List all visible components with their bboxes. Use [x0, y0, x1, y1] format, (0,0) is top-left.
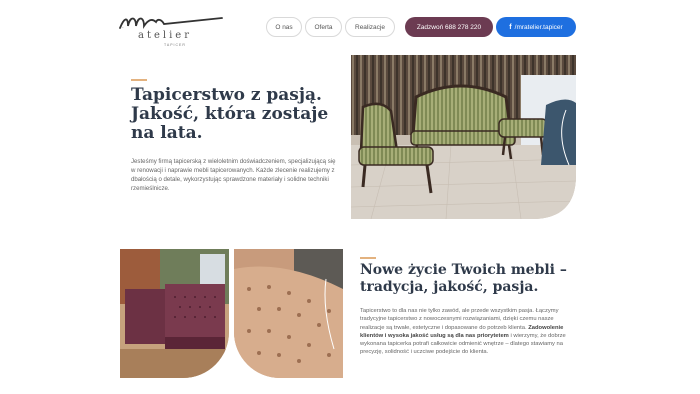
section-title: Nowe życie Twoich mebli – tradycja, jako…	[360, 262, 567, 295]
photo-booth-seating	[120, 249, 229, 378]
brand-logo[interactable]: mr atelier TAPICER	[118, 10, 228, 47]
logo-subtitle: TAPICER	[164, 43, 186, 47]
facebook-label: /mratelier.tapicer	[514, 23, 563, 31]
hero-title: Tapicerstwo z pasją. Jakość, która zosta…	[131, 85, 329, 143]
hero-photo-furniture	[351, 55, 576, 219]
logo-wordmark: atelier	[138, 30, 192, 41]
hero-text: Jesteśmy firmą tapicerską z wieloletnim …	[131, 158, 336, 192]
nav-item-o-nas[interactable]: O nas	[266, 17, 302, 37]
nav-item-oferta[interactable]: Oferta	[305, 17, 342, 37]
section-text: Tapicerstwo to dla nas nie tylko zawód, …	[360, 307, 578, 357]
facebook-button[interactable]: f /mratelier.tapicer	[496, 17, 576, 37]
call-button[interactable]: Zadzwoń 688 278 220	[405, 17, 493, 37]
photo-tufted-upholstery	[234, 249, 343, 378]
hero-photo-illustration	[351, 55, 576, 219]
logo-script-text: mr	[122, 27, 124, 29]
tufted-photo-illustration	[234, 249, 343, 378]
facebook-icon: f	[509, 23, 512, 31]
hero-accent-line	[131, 79, 147, 81]
nav-item-realizacje[interactable]: Realizacje	[345, 17, 395, 37]
section-accent-line	[360, 257, 376, 259]
booth-photo-illustration	[120, 249, 229, 378]
